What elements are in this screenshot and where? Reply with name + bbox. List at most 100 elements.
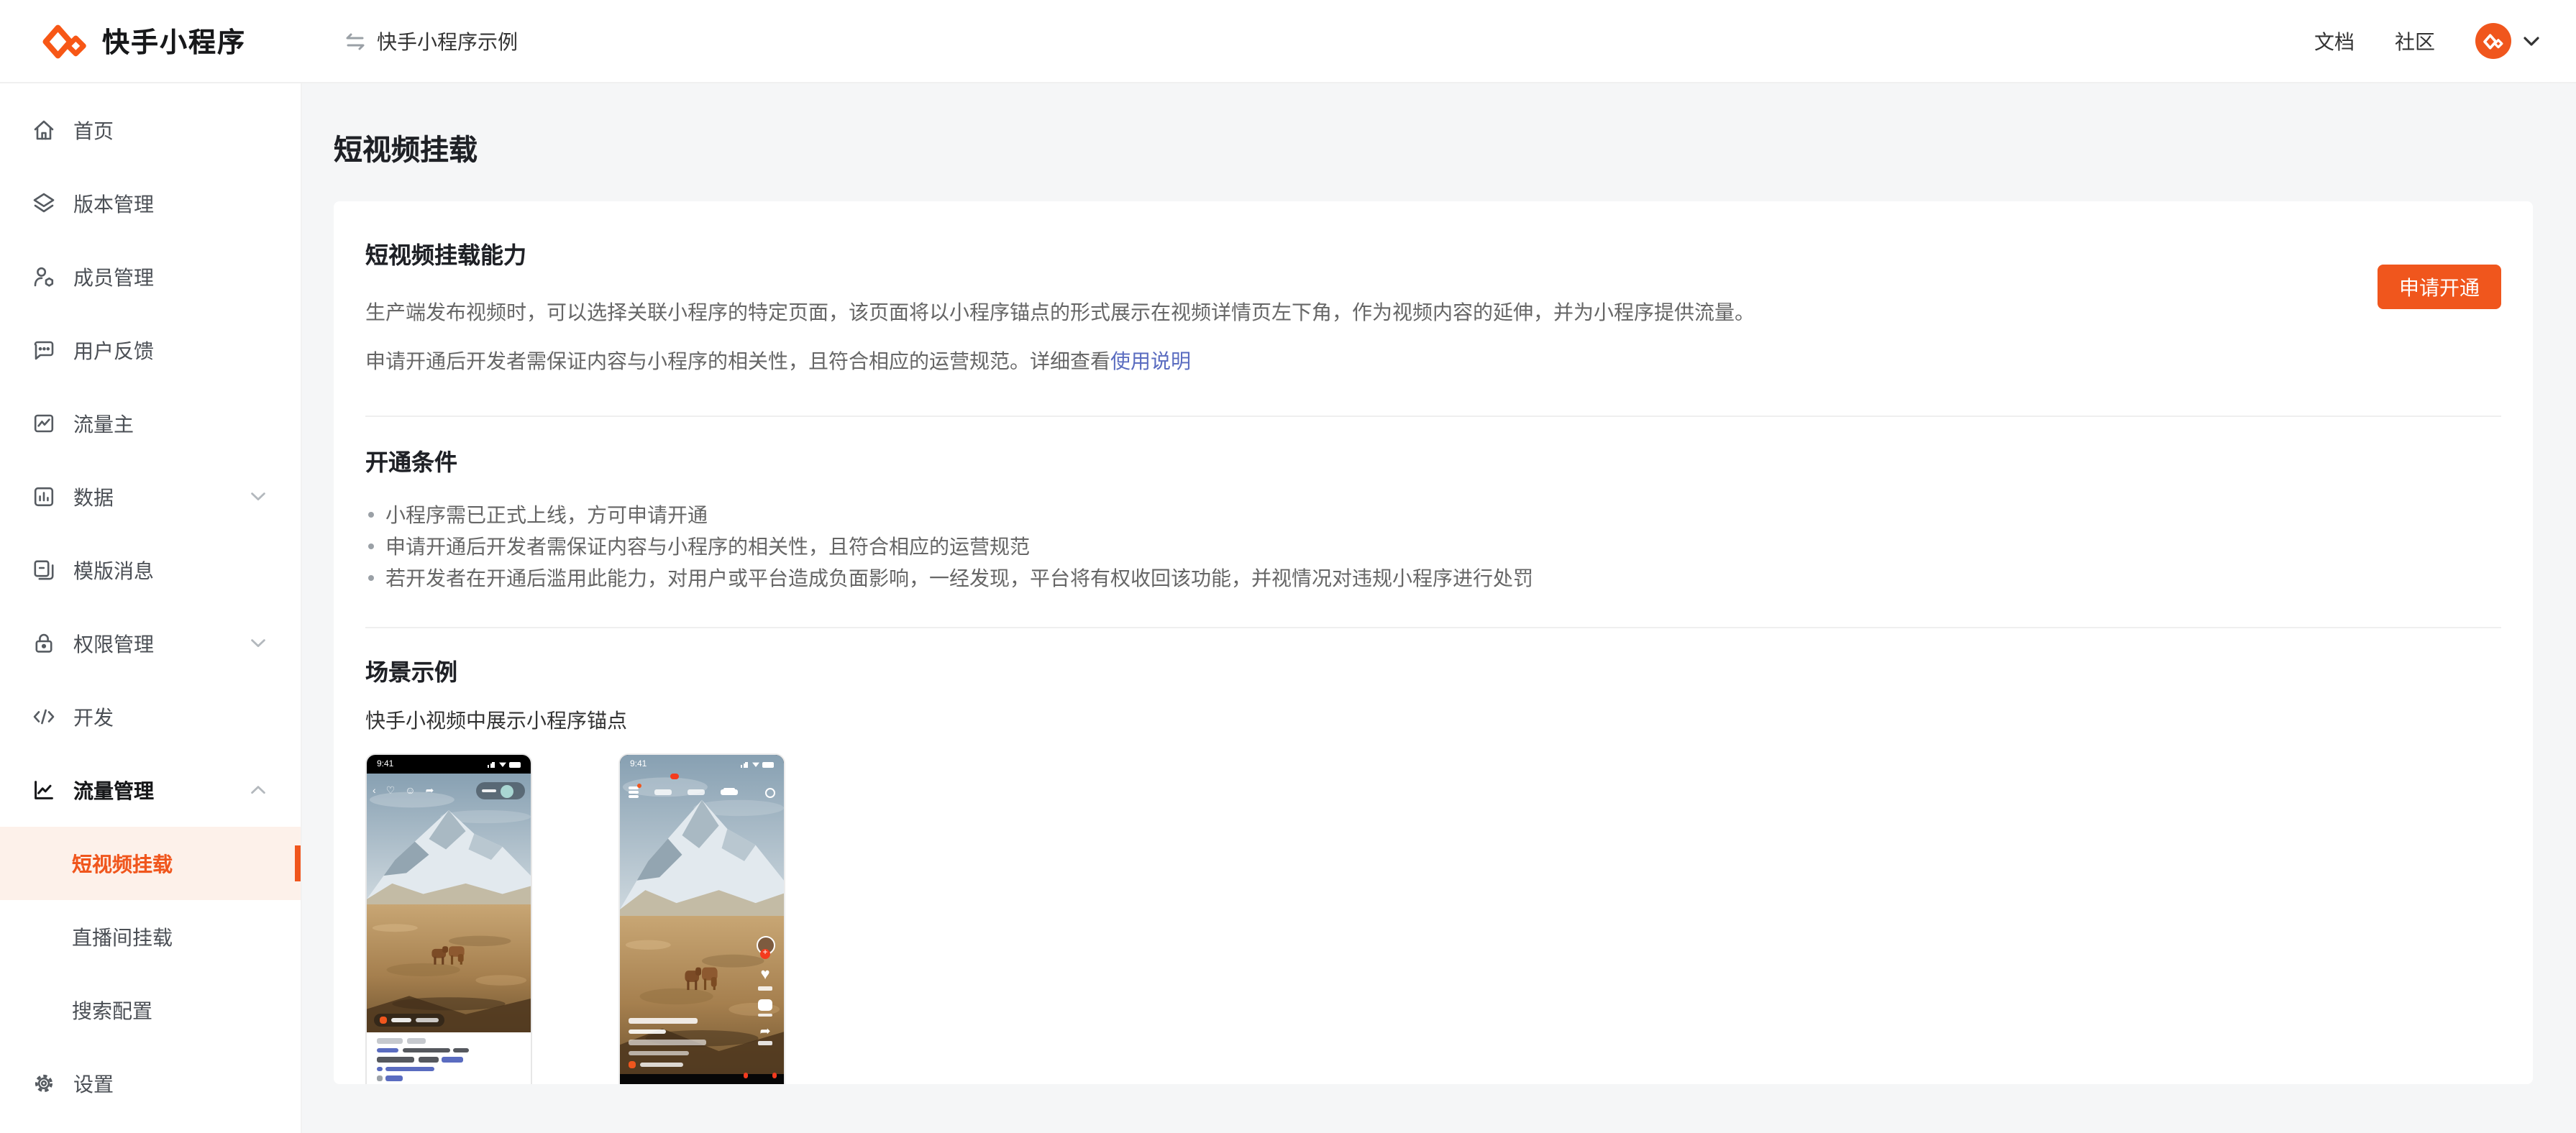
sidebar-item-permissions[interactable]: 权限管理	[0, 607, 301, 680]
signal-icon	[741, 761, 749, 767]
sidebar-item-data[interactable]: 数据	[0, 460, 301, 533]
capability-desc-line1: 生产端发布视频时，可以选择关联小程序的特定页面，该页面将以小程序锚点的形式展示在…	[365, 301, 1755, 324]
sidebar-item-monetization[interactable]: 流量主	[0, 387, 301, 460]
condition-item: 申请开通后开发者需保证内容与小程序的相关性，且符合相应的运营规范	[365, 531, 2501, 562]
example-phone-detail-view: 9:41 ‹ ♡ ☺	[365, 753, 532, 1084]
home-icon	[32, 118, 56, 142]
conditions-section: 开通条件 小程序需已正式上线，方可申请开通 申请开通后开发者需保证内容与小程序的…	[334, 417, 2533, 627]
share-icon: ➦	[426, 785, 434, 797]
sidebar-item-home[interactable]: 首页	[0, 93, 301, 167]
video-still-image: ‹ ♡ ☺ ➦	[367, 774, 531, 1035]
sidebar-item-label: 模版消息	[73, 556, 154, 584]
battery-icon	[762, 761, 774, 767]
sidebar-item-feedback[interactable]: 用户反馈	[0, 313, 301, 387]
like-icon: ♥	[760, 968, 769, 983]
signal-icon	[488, 761, 496, 767]
sidebar-subitem-live-room-mount[interactable]: 直播间挂载	[0, 900, 301, 973]
sidebar-item-label: 用户反馈	[73, 336, 154, 364]
miniapp-anchor-icon	[380, 1017, 387, 1024]
apply-open-button[interactable]: 申请开通	[2378, 265, 2501, 309]
example-screenshots: 9:41 ‹ ♡ ☺	[365, 753, 2501, 1084]
sidebar-subitem-label: 直播间挂载	[72, 922, 173, 951]
example-phone-feed-view: 9:41	[618, 753, 785, 1084]
sidebar-subitem-search-config[interactable]: 搜索配置	[0, 973, 301, 1047]
battery-icon	[509, 761, 521, 767]
members-icon	[32, 265, 56, 289]
app-switcher[interactable]: 快手小程序示例	[344, 27, 518, 55]
chevron-up-icon	[250, 785, 266, 795]
conditions-title: 开通条件	[365, 443, 2501, 477]
examples-section: 场景示例 快手小视频中展示小程序锚点 9:41	[334, 628, 2533, 1084]
account-chevron-down-icon[interactable]	[2523, 35, 2540, 47]
capability-title: 短视频挂载能力	[365, 236, 2501, 270]
wifi-icon	[499, 761, 506, 767]
sidebar-item-label: 权限管理	[73, 629, 154, 658]
capability-description: 生产端发布视频时，可以选择关联小程序的特定页面，该页面将以小程序锚点的形式展示在…	[365, 288, 2264, 385]
sidebar-subitem-label: 短视频挂载	[72, 849, 173, 878]
search-icon	[765, 787, 775, 797]
sidebar-item-members[interactable]: 成员管理	[0, 240, 301, 313]
chevron-down-icon	[250, 492, 266, 502]
active-indicator-bar	[295, 845, 301, 881]
status-time: 9:41	[377, 760, 393, 769]
sidebar-nav: 首页 版本管理 成员管理 用户反馈 流量主	[0, 83, 302, 1133]
video-caption-overlay	[629, 1012, 706, 1068]
main-content: 短视频挂载 短视频挂载能力 生产端发布视频时，可以选择关联小程序的特定页面，该页…	[302, 83, 2576, 1133]
nav-docs-link[interactable]: 文档	[2314, 27, 2355, 55]
action-rail: + ♥ ➦	[754, 936, 777, 1045]
tab-discover	[688, 779, 705, 805]
template-message-icon	[32, 558, 56, 582]
lock-icon	[32, 631, 56, 656]
page-title: 短视频挂载	[334, 127, 2576, 168]
comment-icon	[758, 999, 772, 1010]
app-window: 快手小程序 快手小程序示例 文档 社区 首页	[0, 0, 2576, 1133]
miniapp-anchor-icon	[629, 1061, 636, 1068]
examples-subtitle: 快手小视频中展示小程序锚点	[365, 706, 2501, 735]
top-header: 快手小程序 快手小程序示例 文档 社区	[0, 0, 2576, 83]
content-card: 短视频挂载能力 生产端发布视频时，可以选择关联小程序的特定页面，该页面将以小程序…	[334, 201, 2533, 1084]
app-switcher-label: 快手小程序示例	[377, 27, 518, 55]
data-icon	[32, 485, 56, 509]
kuaishou-logo-icon	[40, 22, 89, 60]
sidebar-item-versions[interactable]: 版本管理	[0, 167, 301, 240]
forward-icon: ➦	[759, 1025, 770, 1038]
versions-icon	[32, 191, 56, 216]
brand-title: 快手小程序	[102, 22, 246, 60]
follow-plus-icon: +	[760, 949, 770, 959]
usage-doc-link[interactable]: 使用说明	[1110, 349, 1191, 372]
video-nav-overlay: ‹ ♡ ☺ ➦	[373, 782, 525, 799]
back-icon: ‹	[373, 786, 376, 796]
gear-icon	[32, 1071, 56, 1096]
phone-status-bar: 9:41	[367, 755, 531, 774]
conditions-list: 小程序需已正式上线，方可申请开通 申请开通后开发者需保证内容与小程序的相关性，且…	[365, 499, 2501, 594]
sidebar-item-develop[interactable]: 开发	[0, 680, 301, 753]
sidebar-item-label: 成员管理	[73, 262, 154, 291]
sidebar-item-traffic-management[interactable]: 流量管理	[0, 753, 301, 827]
tab-selected	[721, 779, 738, 805]
traffic-owner-icon	[32, 411, 56, 436]
switch-icon	[344, 31, 367, 51]
creator-avatar: +	[756, 936, 775, 955]
miniapp-anchor-pill	[374, 1014, 444, 1027]
follow-pill	[476, 782, 525, 799]
sidebar-subitem-short-video-mount[interactable]: 短视频挂载	[0, 827, 301, 900]
feed-top-tabs	[629, 779, 775, 805]
capability-section: 短视频挂载能力 生产端发布视频时，可以选择关联小程序的特定页面，该页面将以小程序…	[334, 201, 2533, 416]
wifi-icon	[752, 761, 759, 767]
condition-item: 若开发者在开通后滥用此能力，对用户或平台造成负面影响，一经发现，平台将有权收回该…	[365, 562, 2501, 594]
sidebar-item-settings[interactable]: 设置	[0, 1047, 301, 1120]
chevron-down-icon	[250, 638, 266, 648]
sidebar-item-label: 首页	[73, 116, 114, 145]
sidebar-item-label: 流量管理	[73, 776, 154, 804]
video-info-panel	[367, 1032, 531, 1084]
user-avatar[interactable]	[2475, 23, 2511, 59]
nav-community-link[interactable]: 社区	[2395, 27, 2435, 55]
examples-title: 场景示例	[365, 653, 2501, 687]
condition-item: 小程序需已正式上线，方可申请开通	[365, 499, 2501, 531]
sidebar-item-label: 开发	[73, 702, 114, 731]
feedback-icon	[32, 338, 56, 362]
status-time: 9:41	[630, 760, 647, 769]
sidebar-item-template-message[interactable]: 模版消息	[0, 533, 301, 607]
sidebar-item-label: 流量主	[73, 409, 134, 438]
feed-bottom-nav	[620, 1074, 784, 1084]
